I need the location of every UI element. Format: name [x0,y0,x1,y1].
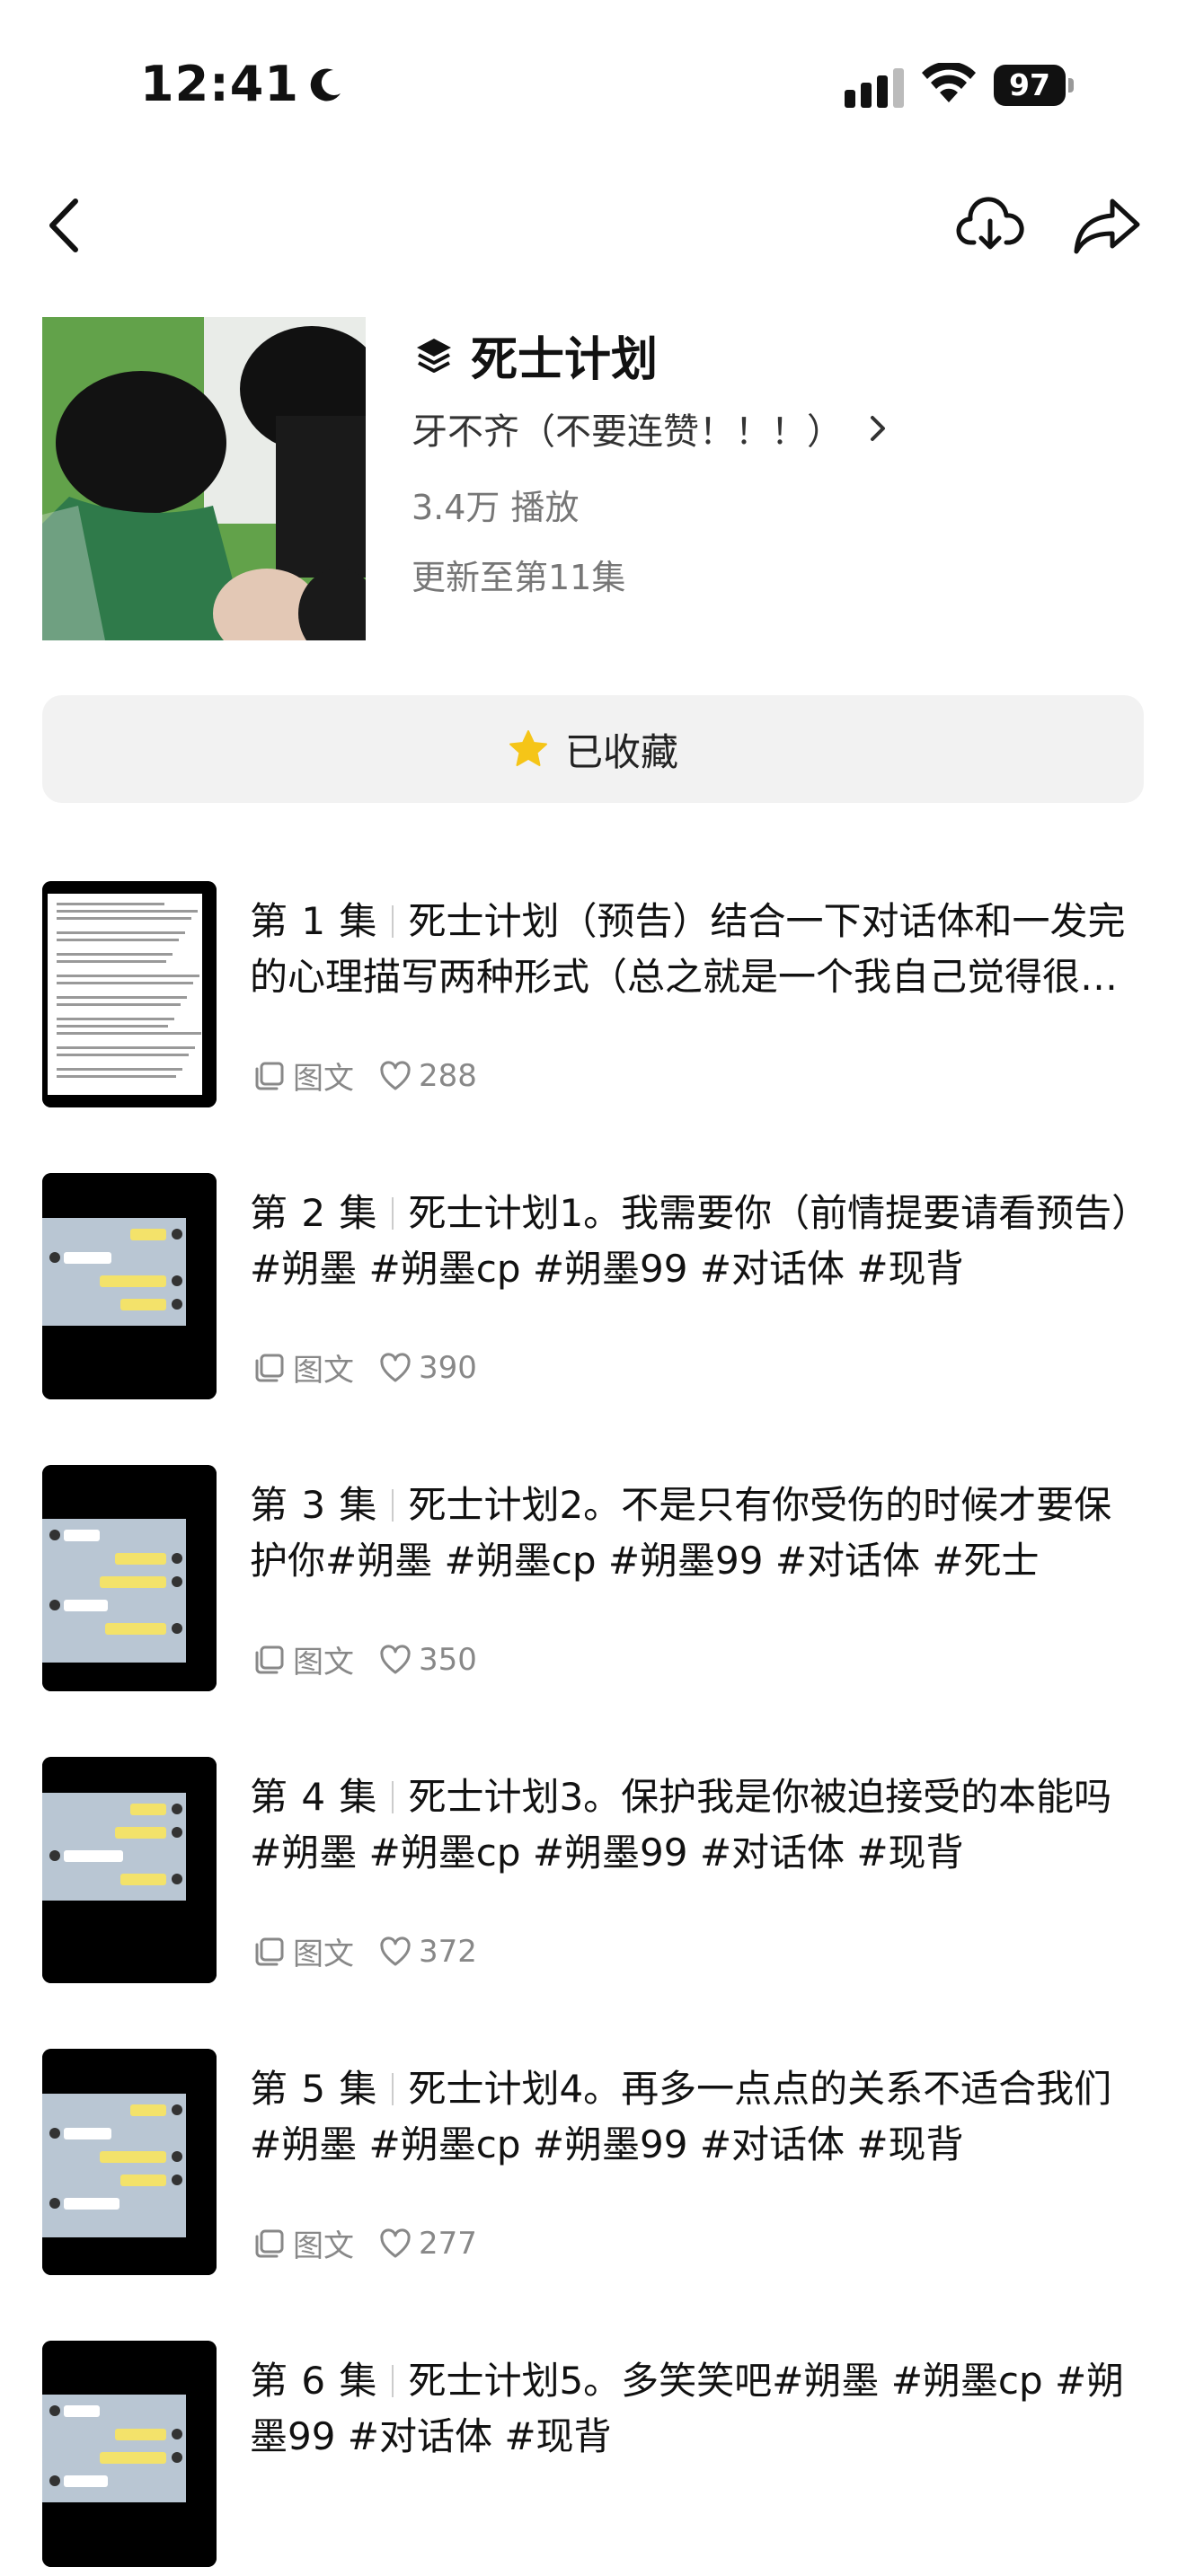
heart-icon[interactable] [379,1352,412,1383]
status-bar: 12:41 97 [0,0,1186,171]
episode-title-text: 第 5 集死士计划4。再多一点点的关系不适合我们#朔墨 #朔墨cp #朔墨99 … [250,2061,1139,2173]
image-text-icon [255,1062,284,1090]
separator [392,905,394,938]
battery-indicator: 97 [994,65,1075,106]
episode-thumbnail [42,1757,217,1983]
episode-meta: 图文 288 [253,1054,477,1098]
battery-level: 97 [994,65,1066,106]
collection-title-row: 死士计划 [413,322,658,389]
episode-meta: 图文 350 [253,1637,477,1681]
heart-icon[interactable] [379,1060,412,1091]
play-count: 3.4万 播放 [412,488,580,527]
collection-title: 死士计划 [471,333,659,387]
episode-item-2[interactable]: 第 2 集死士计划1。我需要你（前情提要请看预告）#朔墨 #朔墨cp #朔墨99… [0,1173,1186,1407]
episode-thumbnail [42,2341,217,2567]
like-count: 390 [419,1349,477,1386]
image-text-icon [255,1645,284,1673]
episode-title: 死士计划4。再多一点点的关系不适合我们#朔墨 #朔墨cp #朔墨99 #对话体 … [250,2067,1112,2166]
separator [392,1781,394,1813]
like-count: 288 [419,1057,477,1094]
favorite-button[interactable]: 已收藏 [42,695,1144,803]
collection-cover-image[interactable] [42,317,366,640]
episode-type: 图文 [293,2228,354,2264]
episode-item-5[interactable]: 第 5 集死士计划4。再多一点点的关系不适合我们#朔墨 #朔墨cp #朔墨99 … [0,2049,1186,2282]
back-chevron-icon[interactable] [40,194,93,257]
episode-number: 第 2 集 [250,1191,378,1235]
episode-number: 第 5 集 [250,2067,378,2111]
separator [392,2073,394,2105]
episode-title-text: 第 6 集死士计划5。多笑笑吧#朔墨 #朔墨cp #朔墨99 #对话体 #现背 [250,2353,1139,2465]
separator [392,1197,394,1230]
episode-type: 图文 [293,1645,354,1681]
image-text-icon [255,1354,284,1381]
episode-number: 第 4 集 [250,1775,378,1819]
image-text-icon [255,2229,284,2257]
episode-title: 死士计划2。不是只有你受伤的时候才要保护你#朔墨 #朔墨cp #朔墨99 #对话… [250,1483,1112,1583]
episode-title: 死士计划（预告）结合一下对话体和一发完的心理描写两种形式（总之就是一个我自己觉得… [250,899,1126,999]
clock-text: 12:41 [140,56,299,112]
like-count: 277 [419,2225,477,2262]
episode-meta: 图文 277 [253,2221,477,2265]
heart-icon[interactable] [379,1936,412,1967]
episode-type: 图文 [293,1061,354,1097]
episode-meta: 图文 390 [253,1345,477,1389]
episode-thumbnail [42,1465,217,1691]
cover-illustration [42,317,366,640]
moon-icon [310,67,341,101]
separator [392,2365,394,2397]
star-icon [509,730,547,766]
separator [392,1489,394,1522]
episode-type: 图文 [293,1353,354,1389]
heart-icon[interactable] [379,1644,412,1675]
cloud-download-icon[interactable] [956,194,1024,257]
heart-icon[interactable] [379,2228,412,2259]
episode-item-3[interactable]: 第 3 集死士计划2。不是只有你受伤的时候才要保护你#朔墨 #朔墨cp #朔墨9… [0,1465,1186,1698]
episode-title: 死士计划1。我需要你（前情提要请看预告）#朔墨 #朔墨cp #朔墨99 #对话体… [250,1191,1131,1291]
episode-item-6[interactable]: 第 6 集死士计划5。多笑笑吧#朔墨 #朔墨cp #朔墨99 #对话体 #现背 [0,2341,1186,2574]
chevron-right-icon [871,416,885,441]
cellular-signal-icon [845,68,904,108]
episode-number: 第 6 集 [250,2359,378,2403]
author-link[interactable]: 牙不齐（不要连赞！！！） [412,402,888,454]
episode-title: 死士计划5。多笑笑吧#朔墨 #朔墨cp #朔墨99 #对话体 #现背 [250,2359,1125,2458]
episode-title-text: 第 2 集死士计划1。我需要你（前情提要请看预告）#朔墨 #朔墨cp #朔墨99… [250,1186,1139,1297]
episode-thumbnail [42,881,217,1107]
wifi-icon [922,63,976,102]
episode-number: 第 3 集 [250,1483,378,1527]
update-status: 更新至第11集 [412,558,626,597]
episode-item-1[interactable]: 第 1 集死士计划（预告）结合一下对话体和一发完的心理描写两种形式（总之就是一个… [0,881,1186,1115]
stack-icon [417,338,451,373]
episode-title-text: 第 4 集死士计划3。保护我是你被迫接受的本能吗#朔墨 #朔墨cp #朔墨99 … [250,1769,1139,1881]
episode-title: 死士计划3。保护我是你被迫接受的本能吗#朔墨 #朔墨cp #朔墨99 #对话体 … [250,1775,1112,1875]
favorite-label: 已收藏 [564,729,678,774]
episode-title-text: 第 3 集死士计划2。不是只有你受伤的时候才要保护你#朔墨 #朔墨cp #朔墨9… [250,1478,1139,1589]
image-text-icon [255,1937,284,1965]
episode-number: 第 1 集 [250,899,378,943]
like-count: 372 [419,1933,477,1970]
episode-type: 图文 [293,1936,354,1972]
author-name: 牙不齐（不要连赞！！！） [412,411,843,453]
episode-meta: 图文 372 [253,1929,477,1973]
episode-thumbnail [42,1173,217,1399]
episode-title-text: 第 1 集死士计划（预告）结合一下对话体和一发完的心理描写两种形式（总之就是一个… [250,894,1139,1005]
like-count: 350 [419,1641,477,1678]
share-arrow-icon[interactable] [1071,194,1143,257]
status-time: 12:41 [140,56,346,112]
episode-item-4[interactable]: 第 4 集死士计划3。保护我是你被迫接受的本能吗#朔墨 #朔墨cp #朔墨99 … [0,1757,1186,1990]
battery-tip [1068,78,1074,93]
episode-thumbnail [42,2049,217,2275]
